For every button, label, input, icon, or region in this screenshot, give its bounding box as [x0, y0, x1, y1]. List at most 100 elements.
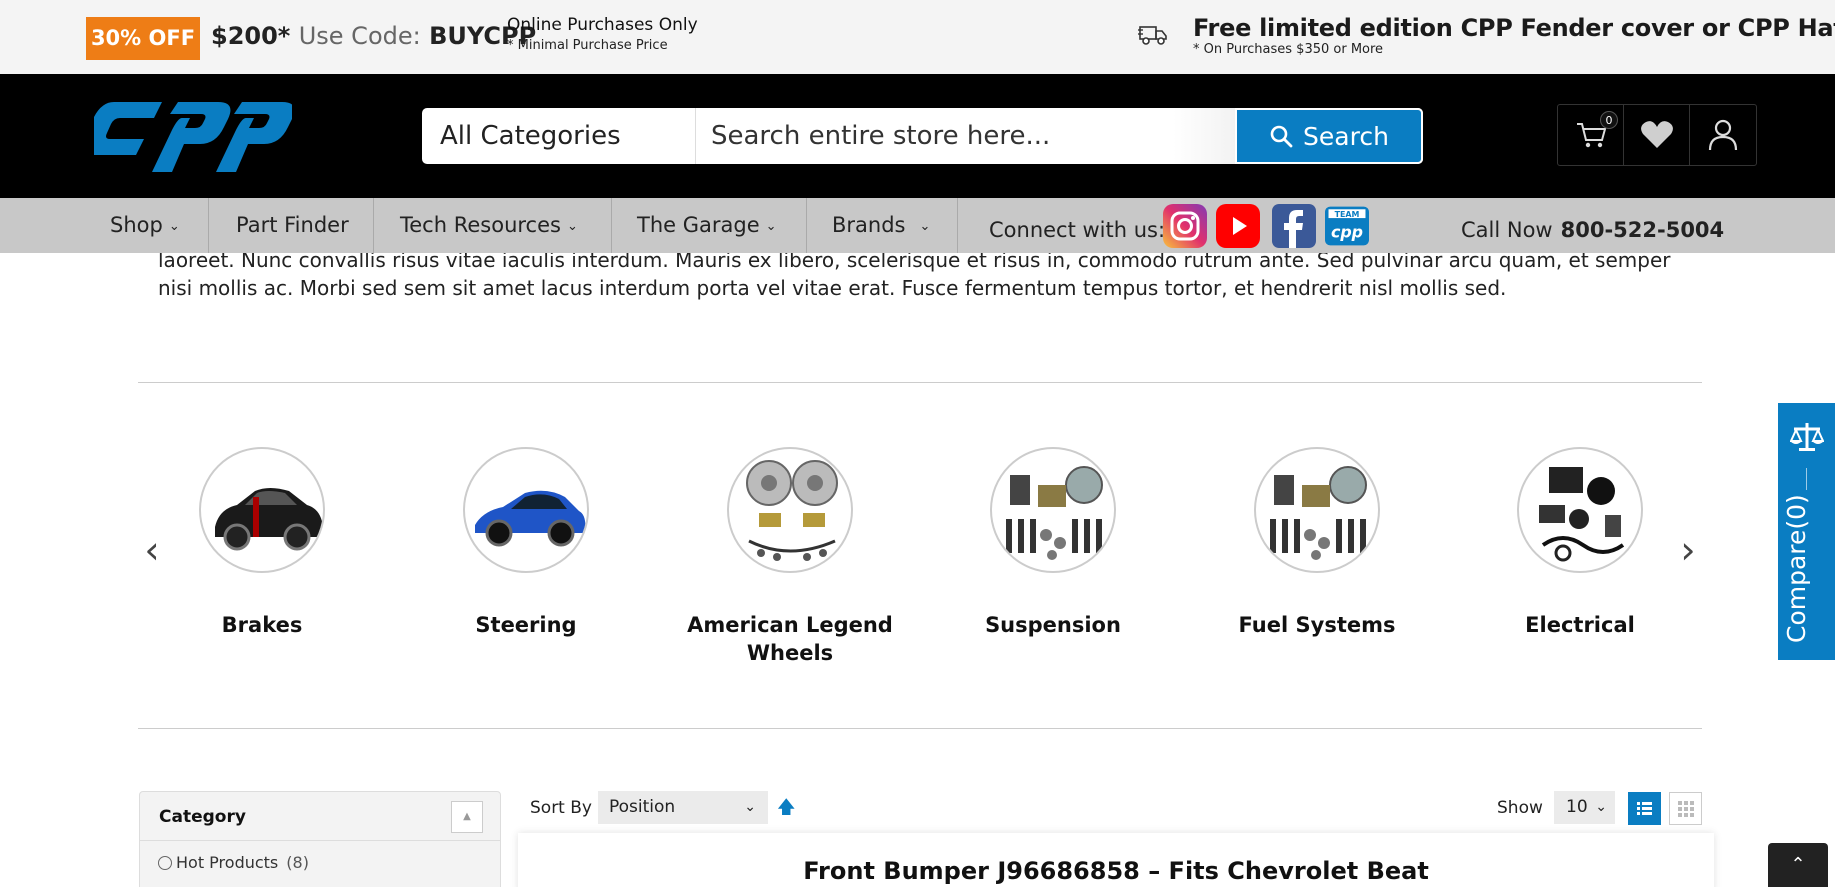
show-label: Show: [1497, 798, 1543, 818]
nav-part-finder-label: Part Finder: [236, 213, 349, 237]
cart-button[interactable]: 0: [1558, 105, 1624, 165]
search-input[interactable]: [697, 108, 1257, 164]
category-select[interactable]: All Categories: [422, 108, 696, 164]
nav-divider: [373, 198, 374, 253]
car-image: [215, 488, 323, 551]
facebook-icon[interactable]: [1272, 204, 1316, 248]
category-name: Steering: [475, 613, 577, 637]
wishlist-button[interactable]: [1624, 105, 1690, 165]
nav-shop[interactable]: Shop ⌄: [110, 198, 180, 253]
chevron-up-icon: ⌃: [1790, 854, 1806, 875]
connect-label: Connect with us:: [989, 218, 1166, 242]
category-image: [1254, 447, 1380, 573]
nav-brands[interactable]: Brands ⌄: [832, 198, 930, 253]
category-card-fuel-systems[interactable]: Fuel Systems: [1207, 447, 1427, 639]
nav-tech-resources[interactable]: Tech Resources ⌄: [400, 198, 578, 253]
suspension-kit-image: [1270, 466, 1367, 560]
nav-divider: [957, 198, 958, 253]
phone-number[interactable]: 800-522-5004: [1561, 218, 1725, 242]
back-to-top-button[interactable]: ⌃: [1768, 843, 1828, 887]
category-name: American Legend Wheels: [687, 613, 893, 665]
svg-text:cpp: cpp: [1331, 222, 1363, 241]
sort-select-value: Position: [609, 797, 676, 817]
search-icon: [1270, 125, 1293, 148]
filter-divider: [140, 840, 500, 841]
promo-bar: 30% OFF $200* Use Code: BUYCPP Online Pu…: [0, 0, 1835, 74]
category-name: Fuel Systems: [1238, 613, 1396, 637]
sort-select[interactable]: Position ⌄: [598, 791, 768, 824]
team-cpp-icon[interactable]: TEAM cpp: [1325, 204, 1369, 248]
free-offer-condition: * On Purchases $350 or More: [1193, 42, 1384, 57]
scale-icon: [1790, 423, 1824, 451]
category-card-brakes[interactable]: Brakes: [152, 447, 372, 639]
search-button-label: Search: [1303, 121, 1389, 151]
collapse-button[interactable]: ▲: [451, 801, 483, 833]
delivery-truck-icon: [1138, 26, 1167, 45]
instagram-icon[interactable]: [1163, 204, 1207, 248]
divider: [138, 728, 1702, 729]
category-image: [727, 447, 853, 573]
grid-view-button[interactable]: [1669, 792, 1702, 825]
product-title[interactable]: Front Bumper J96686858 – Fits Chevrolet …: [518, 857, 1714, 885]
filter-option-hot-products[interactable]: Hot Products (8): [158, 853, 309, 872]
category-image: [990, 447, 1116, 573]
chevron-down-icon: ⌄: [168, 218, 180, 234]
svg-text:TEAM: TEAM: [1335, 210, 1360, 219]
cart-count-badge: 0: [1600, 111, 1618, 129]
nav-the-garage[interactable]: The Garage ⌄: [637, 198, 777, 253]
nav-divider: [208, 198, 209, 253]
search-button[interactable]: Search: [1235, 108, 1423, 164]
nav-shop-label: Shop: [110, 213, 163, 237]
category-card-american-legend-wheels[interactable]: American Legend Wheels: [680, 447, 900, 667]
site-header: All Categories Search 0: [0, 74, 1835, 198]
heart-icon: [1640, 121, 1673, 148]
nav-divider: [806, 198, 807, 253]
min-price-note: * Minimal Purchase Price: [507, 38, 668, 53]
nav-the-garage-label: The Garage: [637, 213, 760, 237]
search-bar: All Categories Search: [422, 108, 1423, 164]
category-image: [463, 447, 589, 573]
category-card-suspension[interactable]: Suspension: [943, 447, 1163, 639]
nav-part-finder[interactable]: Part Finder: [236, 198, 349, 253]
chevron-down-icon: ⌄: [744, 799, 756, 815]
list-view-button[interactable]: [1628, 792, 1661, 825]
product-card[interactable]: Front Bumper J96686858 – Fits Chevrolet …: [518, 833, 1714, 887]
chevron-down-icon: ⌄: [765, 218, 777, 234]
filter-option-count: (8): [286, 853, 309, 872]
category-card-steering[interactable]: Steering: [416, 447, 636, 639]
compare-divider: [1806, 468, 1807, 490]
chevron-down-icon: ⌄: [919, 218, 931, 234]
category-name: Suspension: [985, 613, 1121, 637]
electrical-parts-image: [1539, 467, 1625, 562]
grid-view-icon: [1678, 801, 1694, 817]
category-name: Brakes: [221, 613, 303, 637]
call-now-label: Call Now: [1461, 218, 1553, 242]
compare-tab[interactable]: Compare(0): [1778, 403, 1835, 660]
discount-badge: 30% OFF: [86, 17, 200, 60]
intro-text: laoreet. Nunc convallis risus vitae iacu…: [158, 253, 1671, 300]
intro-text-container: laoreet. Nunc convallis risus vitae iacu…: [0, 253, 1835, 313]
divider: [138, 382, 1702, 383]
category-card-electrical[interactable]: Electrical: [1470, 447, 1690, 639]
account-button[interactable]: [1690, 105, 1756, 165]
header-actions: 0: [1557, 104, 1757, 166]
sort-direction-arrow-icon[interactable]: 🡅: [777, 795, 796, 825]
main-nav: Shop ⌄ Part Finder Tech Resources ⌄ The Ga…: [0, 198, 1835, 253]
limiter-select[interactable]: 10 ⌄: [1554, 791, 1615, 824]
suspension-kit-image: [1006, 466, 1103, 560]
promo-use-code-label: Use Code:: [298, 22, 421, 50]
call-now: Call Now 800-522-5004: [1461, 198, 1724, 253]
limiter-value: 10: [1566, 797, 1588, 817]
category-filter: Category ▲ Hot Products (8): [139, 791, 501, 887]
promo-code-text: $200* Use Code: BUYCPP: [211, 22, 536, 50]
nav-brands-label: Brands: [832, 213, 906, 237]
chevron-down-icon: ⌄: [566, 218, 578, 234]
nav-tech-resources-label: Tech Resources: [400, 213, 561, 237]
compare-label: Compare(0): [1782, 494, 1811, 643]
car-image: [475, 490, 586, 547]
list-view-icon: [1637, 802, 1652, 815]
cpp-logo[interactable]: [94, 96, 292, 178]
chevron-down-icon: ⌄: [1595, 799, 1607, 815]
promo-amount: $200*: [211, 22, 291, 50]
youtube-icon[interactable]: [1216, 204, 1260, 248]
